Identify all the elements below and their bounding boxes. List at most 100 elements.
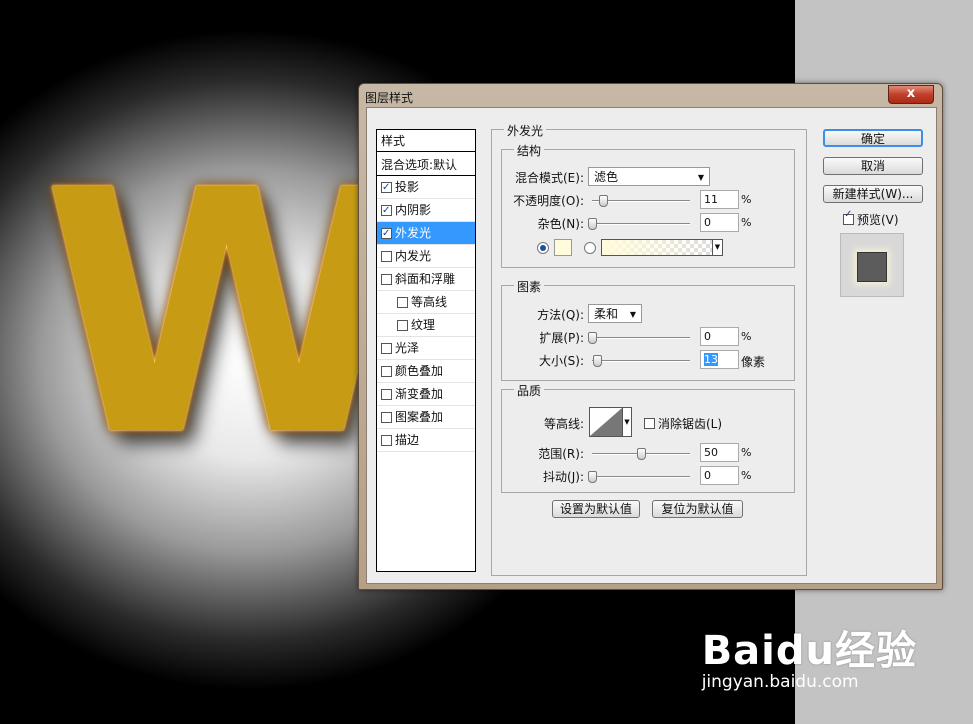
style-item-label: 描边 xyxy=(395,433,420,447)
style-item[interactable]: 颜色叠加 xyxy=(377,360,475,383)
style-item-checkbox[interactable] xyxy=(381,273,392,285)
technique-value: 柔和 xyxy=(594,307,619,321)
styles-header[interactable]: 样式 xyxy=(377,130,475,152)
gradient-radio[interactable] xyxy=(584,242,596,254)
style-item[interactable]: 渐变叠加 xyxy=(377,383,475,406)
size-unit: 像素 xyxy=(741,355,766,369)
watermark-logo: Baidu经验 xyxy=(701,628,917,674)
noise-input[interactable]: 0 xyxy=(700,213,739,232)
noise-slider-thumb[interactable] xyxy=(588,218,597,230)
quality-group: 品质 等高线: ▼ 消除锯齿(L) 范围(R): 50 % 抖动(J): 0 % xyxy=(501,382,795,493)
style-item-checkbox[interactable] xyxy=(381,223,392,245)
style-item-label: 投影 xyxy=(395,180,420,194)
spread-slider-thumb[interactable] xyxy=(588,332,597,344)
preview-label: 预览(V) xyxy=(857,213,899,227)
style-item[interactable]: 等高线 xyxy=(377,291,475,314)
styles-list: 样式 混合选项:默认 投影内阴影外发光内发光斜面和浮雕等高线纹理光泽颜色叠加渐变… xyxy=(376,129,476,572)
style-item[interactable]: 投影 xyxy=(377,176,475,199)
style-item-checkbox[interactable] xyxy=(381,411,392,423)
opacity-unit: % xyxy=(741,193,752,206)
style-item-label: 光泽 xyxy=(395,341,420,355)
style-item[interactable]: 图案叠加 xyxy=(377,406,475,429)
style-item-checkbox[interactable] xyxy=(381,434,392,446)
contour-curve-icon xyxy=(590,408,622,436)
size-slider[interactable] xyxy=(592,360,690,362)
ok-button[interactable]: 确定 xyxy=(823,129,923,147)
noise-unit: % xyxy=(741,216,752,229)
gradient-dropdown-icon[interactable]: ▼ xyxy=(712,239,723,256)
style-item[interactable]: 内发光 xyxy=(377,245,475,268)
style-item-checkbox[interactable] xyxy=(381,177,392,199)
size-label: 大小(S): xyxy=(538,354,584,368)
size-slider-thumb[interactable] xyxy=(592,355,602,367)
style-item-checkbox[interactable] xyxy=(381,200,392,222)
quality-title: 品质 xyxy=(514,382,545,399)
preview-checkbox-box[interactable] xyxy=(843,209,854,225)
range-input[interactable]: 50 xyxy=(700,443,739,462)
make-default-button[interactable]: 设置为默认值 xyxy=(552,500,640,518)
style-item-label: 纹理 xyxy=(411,318,436,332)
outer-glow-panel: 外发光 结构 混合模式(E): 滤色 ▼ 不透明度(O): 11 % 杂色(N)… xyxy=(491,122,807,576)
cancel-button[interactable]: 取消 xyxy=(823,157,923,175)
glow-color-swatch[interactable] xyxy=(554,239,572,256)
blend-mode-label: 混合模式(E): xyxy=(515,171,584,185)
size-input[interactable]: 13 xyxy=(700,350,739,369)
layer-style-dialog: 图层样式 x 样式 混合选项:默认 投影内阴影外发光内发光斜面和浮雕等高线纹理光… xyxy=(358,83,943,590)
antialias-checkbox-box[interactable] xyxy=(644,418,655,429)
solid-color-radio[interactable] xyxy=(537,242,549,254)
style-item-checkbox[interactable] xyxy=(397,296,408,308)
style-item[interactable]: 光泽 xyxy=(377,337,475,360)
style-item[interactable]: 描边 xyxy=(377,429,475,452)
noise-slider[interactable] xyxy=(592,223,690,225)
style-item[interactable]: 斜面和浮雕 xyxy=(377,268,475,291)
style-item-label: 斜面和浮雕 xyxy=(395,272,456,286)
new-style-button[interactable]: 新建样式(W)... xyxy=(823,185,923,203)
blending-options-item[interactable]: 混合选项:默认 xyxy=(377,154,475,176)
opacity-input[interactable]: 11 xyxy=(700,190,739,209)
outer-glow-title: 外发光 xyxy=(504,122,547,139)
style-item-label: 外发光 xyxy=(395,226,432,240)
style-item-label: 颜色叠加 xyxy=(395,364,444,378)
jitter-label: 抖动(J): xyxy=(543,470,584,484)
style-item[interactable]: 内阴影 xyxy=(377,199,475,222)
contour-picker[interactable] xyxy=(589,407,623,437)
size-input-value: 13 xyxy=(704,353,718,366)
antialias-checkbox[interactable]: 消除锯齿(L) xyxy=(644,415,722,432)
reset-default-button[interactable]: 复位为默认值 xyxy=(652,500,743,518)
chevron-down-icon: ▼ xyxy=(629,310,636,319)
style-item-label: 等高线 xyxy=(411,295,448,309)
dialog-title: 图层样式 xyxy=(365,91,414,105)
style-item-label: 内阴影 xyxy=(395,203,432,217)
blend-mode-value: 滤色 xyxy=(594,170,619,184)
technique-dropdown[interactable]: 柔和 ▼ xyxy=(588,304,642,323)
style-item-checkbox[interactable] xyxy=(381,365,392,377)
jitter-slider[interactable] xyxy=(592,476,690,478)
jitter-input[interactable]: 0 xyxy=(700,466,739,485)
jitter-slider-thumb[interactable] xyxy=(588,471,597,483)
dialog-client: 样式 混合选项:默认 投影内阴影外发光内发光斜面和浮雕等高线纹理光泽颜色叠加渐变… xyxy=(366,107,937,584)
spread-slider[interactable] xyxy=(592,337,690,339)
contour-label: 等高线: xyxy=(543,417,584,431)
opacity-slider-thumb[interactable] xyxy=(598,195,608,207)
baidu-watermark: Baidu经验 jingyan.baidu.com xyxy=(702,618,917,692)
close-button[interactable]: x xyxy=(888,85,934,104)
style-item[interactable]: 纹理 xyxy=(377,314,475,337)
chevron-down-icon: ▼ xyxy=(697,173,704,182)
noise-label: 杂色(N): xyxy=(537,217,584,231)
glow-gradient-picker[interactable] xyxy=(601,239,713,256)
spread-unit: % xyxy=(741,330,752,343)
contour-dropdown-icon[interactable]: ▼ xyxy=(622,407,632,437)
style-item-checkbox[interactable] xyxy=(381,250,392,262)
canvas-glowing-letter: W xyxy=(42,120,412,510)
spread-input[interactable]: 0 xyxy=(700,327,739,346)
preview-checkbox[interactable]: 预览(V) xyxy=(843,209,899,228)
style-item[interactable]: 外发光 xyxy=(377,222,475,245)
technique-label: 方法(Q): xyxy=(537,308,584,322)
style-item-checkbox[interactable] xyxy=(397,319,408,331)
style-item-checkbox[interactable] xyxy=(381,388,392,400)
jitter-unit: % xyxy=(741,469,752,482)
style-preview-thumbnail xyxy=(840,233,904,297)
blend-mode-dropdown[interactable]: 滤色 ▼ xyxy=(588,167,710,186)
style-item-checkbox[interactable] xyxy=(381,342,392,354)
range-slider-thumb[interactable] xyxy=(637,448,646,460)
